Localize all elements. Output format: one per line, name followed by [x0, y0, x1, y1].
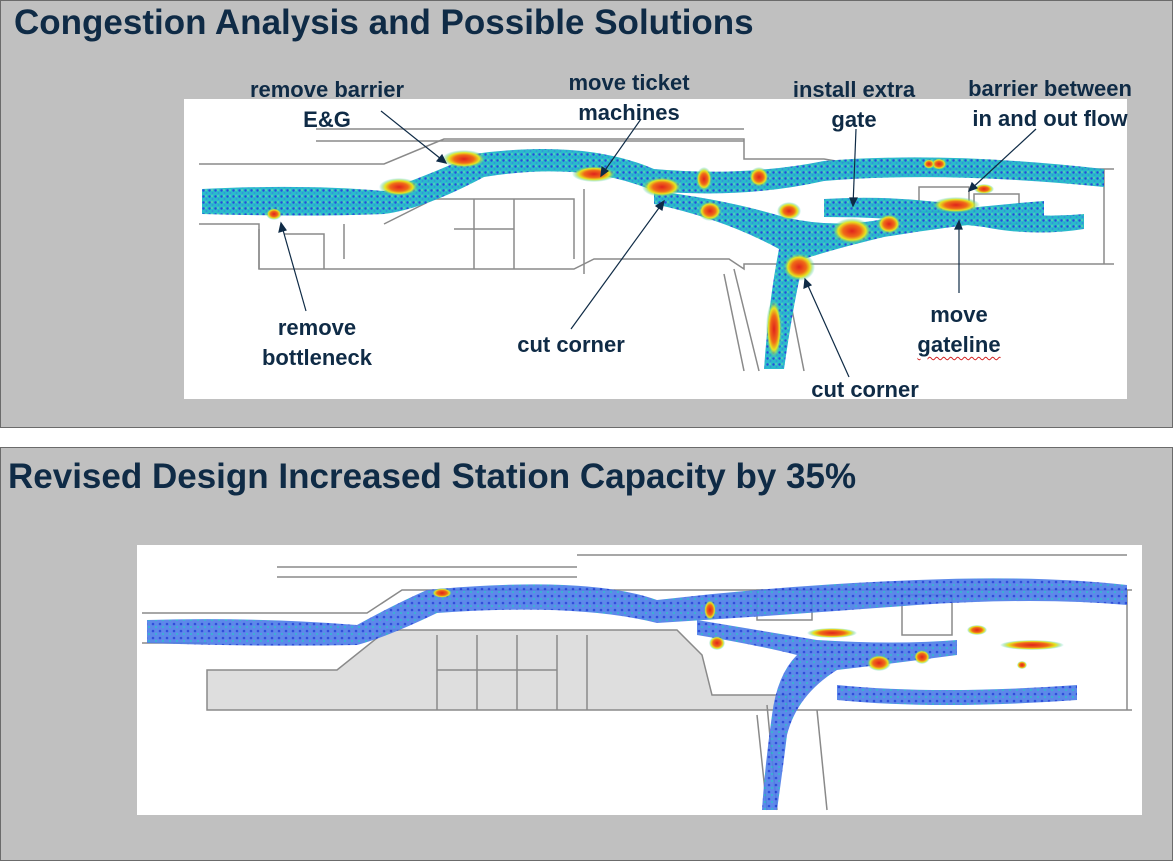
congestion-panel: Congestion Analysis and Possible Solutio…: [0, 0, 1173, 428]
annotation-barrier-between-flows-text: barrier between in and out flow: [968, 76, 1132, 131]
annotation-cut-corner-left-text: cut corner: [517, 332, 625, 357]
annotation-install-extra-gate: install extra gate: [773, 75, 935, 135]
annotation-remove-barrier-text: remove barrier E&G: [249, 77, 405, 132]
revised-design-heatmap-plan: [137, 545, 1142, 815]
annotation-install-extra-gate-text: install extra gate: [792, 77, 916, 132]
annotation-cut-corner-left: cut corner: [501, 330, 641, 360]
annotation-move-gateline-text-2: gateline: [917, 332, 1001, 357]
annotation-cut-corner-right-text: cut corner: [811, 377, 919, 402]
revised-design-panel: Revised Design Increased Station Capacit…: [0, 447, 1173, 861]
annotation-remove-barrier: remove barrier E&G: [229, 75, 425, 135]
annotation-cut-corner-right: cut corner: [795, 375, 935, 405]
annotation-move-gateline-text-1: move: [930, 302, 988, 327]
congestion-title: Congestion Analysis and Possible Solutio…: [14, 3, 754, 42]
annotation-move-ticket-machines-text: move ticket machines: [568, 70, 690, 125]
annotation-barrier-between-flows: barrier between in and out flow: [945, 74, 1155, 134]
revised-design-title: Revised Design Increased Station Capacit…: [8, 457, 857, 496]
annotation-remove-bottleneck: remove bottleneck: [237, 313, 397, 373]
annotation-move-gateline: move gateline: [899, 300, 1019, 360]
annotation-move-ticket-machines: move ticket machines: [549, 68, 709, 128]
annotation-remove-bottleneck-text: remove bottleneck: [261, 315, 373, 370]
